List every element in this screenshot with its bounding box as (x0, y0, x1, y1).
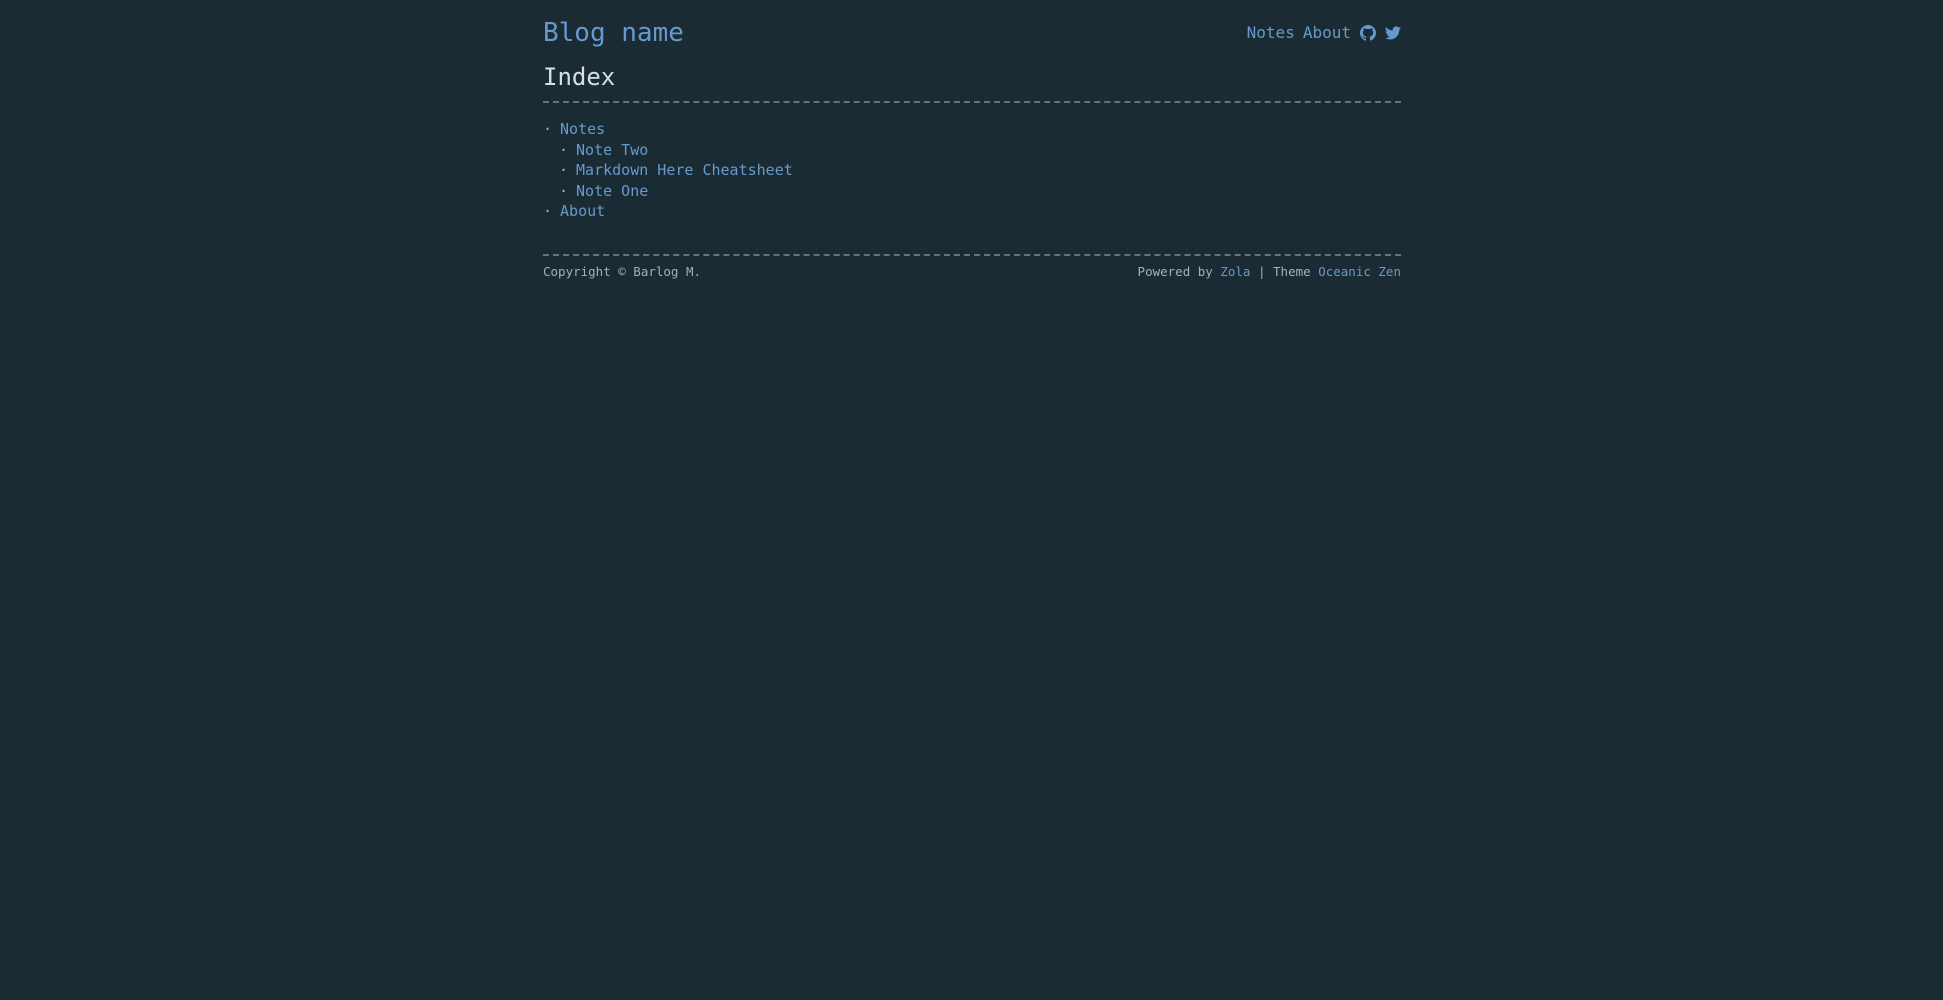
powered-by-prefix: Powered by (1137, 264, 1213, 279)
list-item: · Notes (543, 119, 793, 140)
github-icon[interactable] (1360, 25, 1376, 41)
index-link-about[interactable]: About (560, 202, 605, 220)
bullet-icon: · (559, 140, 569, 159)
powered-by: Powered by Zola | Theme Oceanic Zen (1138, 264, 1401, 280)
index-link-note-two[interactable]: Note Two (576, 141, 648, 159)
list-item: · Note One (543, 181, 793, 202)
bullet-icon: · (543, 202, 553, 220)
theme-link[interactable]: Oceanic Zen (1318, 264, 1401, 279)
site-header: Blog name Notes About (543, 0, 1401, 66)
theme-separator: | Theme (1257, 264, 1311, 279)
top-nav: Notes About (1239, 23, 1401, 43)
blog-name-link[interactable]: Blog name (543, 17, 684, 49)
bullet-icon: · (559, 181, 569, 200)
index-link-note-one[interactable]: Note One (576, 182, 648, 200)
list-item: · Note Two (543, 140, 793, 161)
nav-link-about[interactable]: About (1303, 23, 1351, 43)
index-link-markdown-cheatsheet[interactable]: Markdown Here Cheatsheet (576, 161, 793, 179)
zola-link[interactable]: Zola (1220, 264, 1250, 279)
bullet-icon: · (559, 161, 569, 179)
index-list: · Notes · Note Two · Markdown Here Cheatshe… (543, 119, 793, 222)
list-item: · About (543, 201, 793, 222)
footer-divider (543, 254, 1401, 256)
nav-link-notes[interactable]: Notes (1247, 23, 1295, 43)
twitter-icon[interactable] (1385, 25, 1401, 41)
bullet-icon: · (543, 120, 553, 138)
index-link-notes[interactable]: Notes (560, 120, 605, 138)
page-container: Blog name Notes About Index · Notes · Note… (543, 0, 1401, 279)
copyright-text: Copyright © Barlog M. (543, 264, 702, 279)
page-title: Index (543, 63, 616, 91)
list-item: · Markdown Here Cheatsheet (543, 160, 793, 181)
header-divider (543, 101, 1401, 103)
